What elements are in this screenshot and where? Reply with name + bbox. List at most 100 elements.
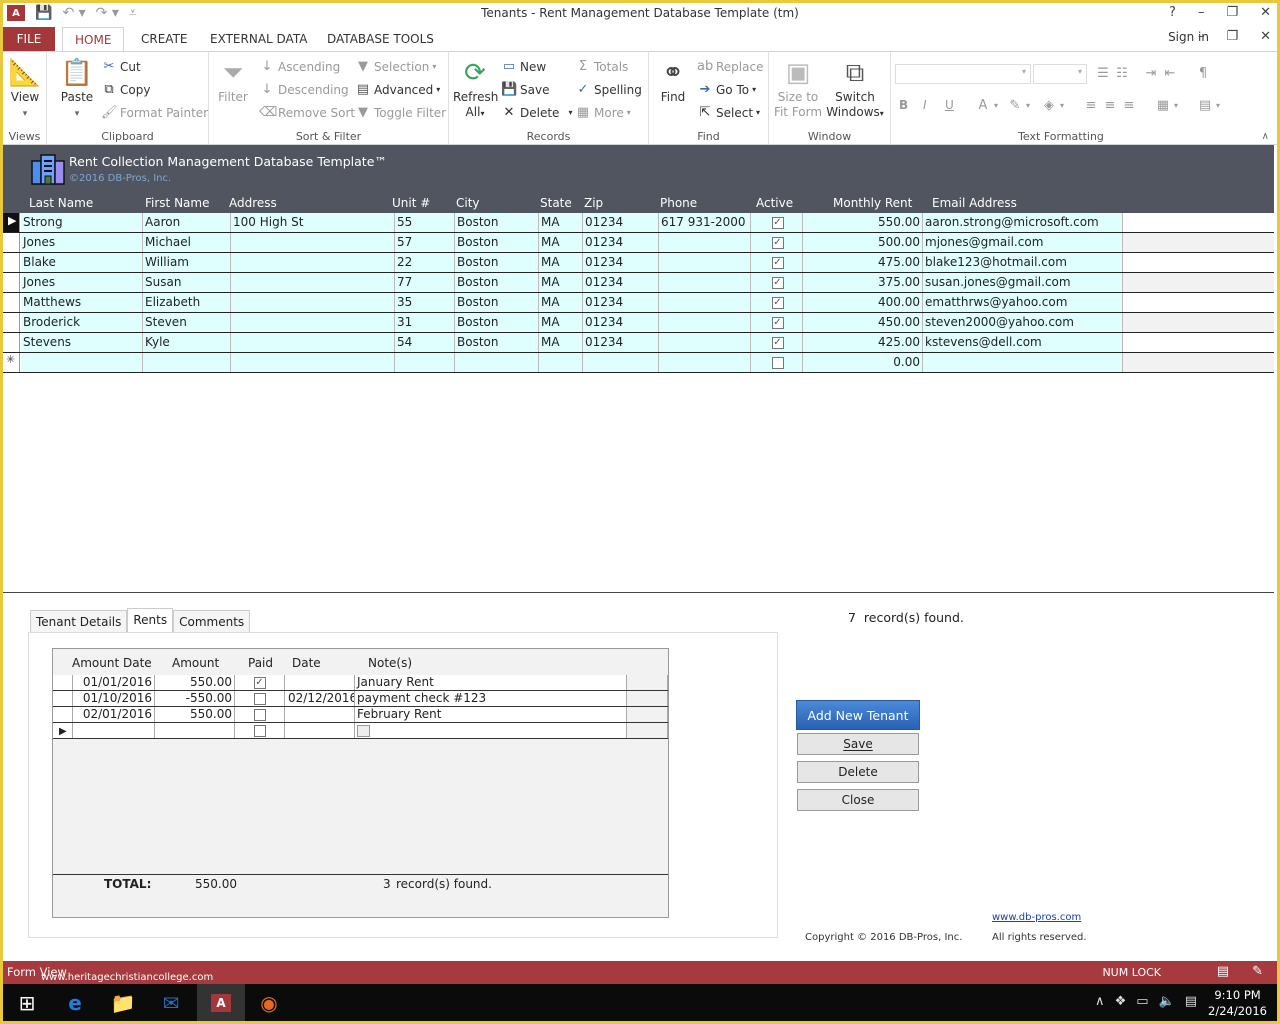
paid-checkbox[interactable]: ✓ bbox=[253, 676, 266, 689]
format-painter-button[interactable]: 🖌 Format Painter bbox=[101, 105, 208, 120]
last-name-cell[interactable]: Matthews bbox=[21, 293, 143, 312]
amount-cell[interactable]: 550.00 bbox=[155, 675, 235, 690]
zip-cell[interactable]: 01234 bbox=[583, 213, 659, 232]
last-name-cell[interactable]: Blake bbox=[21, 253, 143, 272]
totals-button[interactable]: Σ Totals bbox=[575, 59, 628, 74]
find-button[interactable]: ⚭ Find bbox=[653, 56, 693, 105]
rent-row[interactable]: 01/01/2016 550.00 ✓ January Rent bbox=[53, 675, 668, 691]
col-header-notes[interactable]: Note(s) bbox=[368, 656, 412, 670]
rent-row[interactable]: 01/10/2016 -550.00 02/12/2016 payment check… bbox=[53, 691, 668, 707]
unit-cell[interactable]: 35 bbox=[395, 293, 455, 312]
zip-cell[interactable]: 01234 bbox=[583, 253, 659, 272]
col-header-unit[interactable]: Unit # bbox=[392, 196, 430, 210]
tab-rents[interactable]: Rents bbox=[127, 608, 174, 632]
monthly-rent-cell[interactable]: 450.00 bbox=[803, 313, 923, 332]
state-cell[interactable]: MA bbox=[539, 233, 583, 252]
col-header-monthly-rent[interactable]: Monthly Rent bbox=[833, 196, 912, 210]
switch-windows-button[interactable]: ⧉ Switch Windows▾ bbox=[825, 56, 885, 121]
first-name-cell[interactable]: Aaron bbox=[143, 213, 231, 232]
city-cell[interactable]: Boston bbox=[455, 333, 539, 352]
volume-icon[interactable]: 🔈 bbox=[1159, 994, 1175, 1009]
collapse-ribbon-icon[interactable]: ∧ bbox=[1262, 131, 1269, 142]
active-checkbox[interactable]: ✓ bbox=[771, 276, 784, 289]
zip-cell[interactable]: 01234 bbox=[583, 273, 659, 292]
start-button[interactable]: ⊞ bbox=[3, 984, 51, 1021]
monthly-rent-cell[interactable]: 425.00 bbox=[803, 333, 923, 352]
filter-button[interactable]: ⏷ Filter bbox=[215, 56, 251, 105]
refresh-all-button[interactable]: ⟳ Refresh All▾ bbox=[453, 56, 498, 121]
address-cell[interactable] bbox=[231, 353, 395, 372]
design-view-icon[interactable]: ✎ bbox=[1252, 964, 1263, 979]
record-selector[interactable] bbox=[3, 333, 20, 352]
amount-date-cell[interactable]: 02/01/2016 bbox=[73, 707, 155, 722]
tenant-row[interactable]: Jones Michael 57 Boston MA 01234 ✓ 500.00 mjones… bbox=[3, 233, 1274, 253]
monthly-rent-cell[interactable]: 550.00 bbox=[803, 213, 923, 232]
calendar-picker-icon[interactable] bbox=[357, 724, 370, 737]
email-cell[interactable]: ematthrws@yahoo.com bbox=[923, 293, 1123, 312]
active-checkbox[interactable]: ✓ bbox=[771, 336, 784, 349]
last-name-cell[interactable]: Stevens bbox=[21, 333, 143, 352]
city-cell[interactable]: Boston bbox=[455, 313, 539, 332]
amount-cell[interactable]: 550.00 bbox=[155, 707, 235, 722]
alt-row-color-button[interactable]: ▤ ▾ bbox=[1197, 98, 1220, 113]
paid-cell[interactable]: ✓ bbox=[235, 675, 285, 690]
rent-new-row[interactable]: ▶ bbox=[53, 723, 668, 739]
zip-cell[interactable]: 01234 bbox=[583, 233, 659, 252]
dropbox-icon[interactable]: ❖ bbox=[1115, 994, 1127, 1009]
active-cell[interactable]: ✓ bbox=[751, 253, 803, 272]
doc-close-button[interactable]: ✕ bbox=[1260, 29, 1271, 44]
phone-cell[interactable]: 617 931-2000 bbox=[659, 213, 751, 232]
monthly-rent-cell[interactable]: 400.00 bbox=[803, 293, 923, 312]
amount-date-cell[interactable]: 01/01/2016 bbox=[73, 675, 155, 690]
paid-cell[interactable] bbox=[235, 707, 285, 722]
rent-row[interactable]: 02/01/2016 550.00 February Rent bbox=[53, 707, 668, 723]
active-checkbox[interactable]: ✓ bbox=[771, 236, 784, 249]
col-header-city[interactable]: City bbox=[456, 196, 480, 210]
taskbar-file-explorer[interactable]: 📁 bbox=[99, 984, 147, 1021]
col-header-active[interactable]: Active bbox=[756, 196, 793, 210]
email-cell[interactable]: blake123@hotmail.com bbox=[923, 253, 1123, 272]
remove-sort-button[interactable]: ⌫ Remove Sort bbox=[259, 105, 355, 120]
new-record-button[interactable]: ▭ New bbox=[501, 59, 546, 74]
active-checkbox[interactable]: ✓ bbox=[771, 256, 784, 269]
unit-cell[interactable]: 77 bbox=[395, 273, 455, 292]
record-selector[interactable] bbox=[3, 313, 20, 332]
active-cell[interactable]: ✓ bbox=[751, 213, 803, 232]
first-name-cell[interactable] bbox=[143, 353, 231, 372]
zip-cell[interactable] bbox=[583, 353, 659, 372]
help-button[interactable]: ? bbox=[1169, 5, 1176, 20]
email-cell[interactable]: mjones@gmail.com bbox=[923, 233, 1123, 252]
view-button[interactable]: 📐 View ▾ bbox=[7, 56, 43, 122]
phone-cell[interactable] bbox=[659, 233, 751, 252]
unit-cell[interactable]: 22 bbox=[395, 253, 455, 272]
active-cell[interactable]: ✓ bbox=[751, 233, 803, 252]
payment-date-cell[interactable] bbox=[285, 675, 355, 690]
notifications-icon[interactable]: ▤ bbox=[1185, 994, 1197, 1009]
unit-cell[interactable]: 54 bbox=[395, 333, 455, 352]
first-name-cell[interactable]: William bbox=[143, 253, 231, 272]
address-cell[interactable] bbox=[231, 253, 395, 272]
tab-home[interactable]: HOME bbox=[62, 27, 125, 53]
minimize-button[interactable]: – bbox=[1198, 5, 1205, 20]
monthly-rent-cell[interactable]: 375.00 bbox=[803, 273, 923, 292]
delete-button[interactable]: Delete bbox=[797, 761, 919, 783]
tenant-row[interactable]: Jones Susan 77 Boston MA 01234 ✓ 375.00 susan.jo… bbox=[3, 273, 1274, 293]
last-name-cell[interactable] bbox=[21, 353, 143, 372]
active-cell[interactable]: ✓ bbox=[751, 333, 803, 352]
col-header-date[interactable]: Date bbox=[292, 656, 321, 670]
email-cell[interactable]: aaron.strong@microsoft.com bbox=[923, 213, 1123, 232]
col-header-phone[interactable]: Phone bbox=[660, 196, 697, 210]
tenant-row[interactable]: Matthews Elizabeth 35 Boston MA 01234 ✓ 400.00 e… bbox=[3, 293, 1274, 313]
paid-checkbox[interactable] bbox=[253, 708, 266, 721]
record-selector[interactable] bbox=[3, 253, 20, 272]
taskbar-edge[interactable]: e bbox=[51, 984, 99, 1021]
more-button[interactable]: ▦ More ▾ bbox=[575, 105, 631, 120]
email-cell[interactable]: kstevens@dell.com bbox=[923, 333, 1123, 352]
col-header-zip[interactable]: Zip bbox=[584, 196, 603, 210]
payment-date-cell[interactable]: 02/12/2016 bbox=[285, 691, 355, 706]
record-selector[interactable] bbox=[3, 233, 20, 252]
cut-button[interactable]: ✂ Cut bbox=[101, 59, 141, 74]
paid-cell[interactable] bbox=[235, 691, 285, 706]
address-cell[interactable] bbox=[231, 293, 395, 312]
col-header-state[interactable]: State bbox=[540, 196, 572, 210]
